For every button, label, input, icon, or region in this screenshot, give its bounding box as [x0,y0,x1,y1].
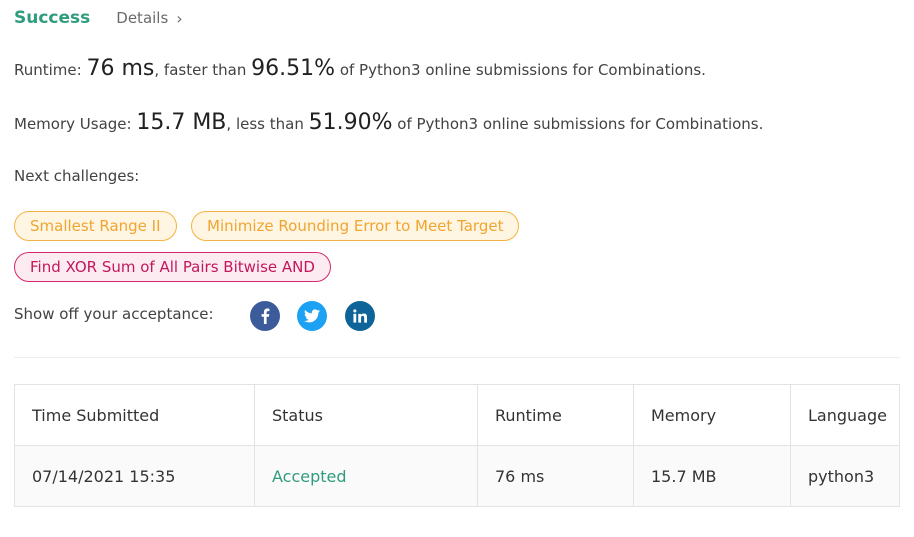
linkedin-icon[interactable] [345,301,375,331]
memory-value: 15.7 MB [136,110,227,135]
share-label: Show off your acceptance: [14,305,214,323]
details-link[interactable]: Details › [116,9,182,28]
runtime-percent: 96.51% [251,56,336,81]
runtime-summary: Runtime: 76 ms, faster than 96.51% of Py… [14,56,706,81]
memory-comparison: , less than [226,115,304,133]
twitter-icon[interactable] [297,301,327,331]
header-time-submitted: Time Submitted [15,385,255,445]
cell-runtime: 76 ms [478,446,634,506]
facebook-glyph [261,308,270,324]
cell-memory: 15.7 MB [634,446,791,506]
cell-time-submitted: 07/14/2021 15:35 [15,446,255,506]
challenge-chip-minimize-rounding[interactable]: Minimize Rounding Error to Meet Target [191,211,520,241]
linkedin-glyph [353,309,367,323]
memory-summary: Memory Usage: 15.7 MB, less than 51.90% … [14,110,763,135]
cell-status: Accepted [255,446,478,506]
challenge-chip-smallest-range[interactable]: Smallest Range II [14,211,177,241]
submission-status-title: Success [14,8,91,28]
cell-language: python3 [808,466,875,486]
runtime-suffix: of Python3 online submissions for Combin… [339,61,706,79]
header-status: Status [255,385,478,445]
result-header: Success Details › [14,6,183,30]
challenge-chip-find-xor-sum[interactable]: Find XOR Sum of All Pairs Bitwise AND [14,252,331,282]
runtime-comparison: , faster than [154,61,247,79]
section-divider [14,357,900,358]
details-label: Details [116,9,169,27]
header-language: Language [808,405,887,425]
memory-label: Memory Usage: [14,115,132,133]
memory-percent: 51.90% [308,110,393,135]
next-challenges-label: Next challenges: [14,167,140,185]
table-row: 07/14/2021 15:35 Accepted 76 ms 15.7 MB … [15,445,899,506]
status-accepted-link[interactable]: Accepted [272,467,347,486]
runtime-label: Runtime: [14,61,82,79]
header-runtime: Runtime [478,385,634,445]
table-header-row: Time Submitted Status Runtime Memory Lan… [15,385,899,445]
header-memory: Memory [634,385,791,445]
twitter-glyph [304,309,320,323]
submissions-table: Time Submitted Status Runtime Memory Lan… [14,384,900,507]
facebook-icon[interactable] [250,301,280,331]
memory-suffix: of Python3 online submissions for Combin… [397,115,764,133]
runtime-value: 76 ms [86,56,155,81]
chevron-right-icon: › [176,8,183,28]
